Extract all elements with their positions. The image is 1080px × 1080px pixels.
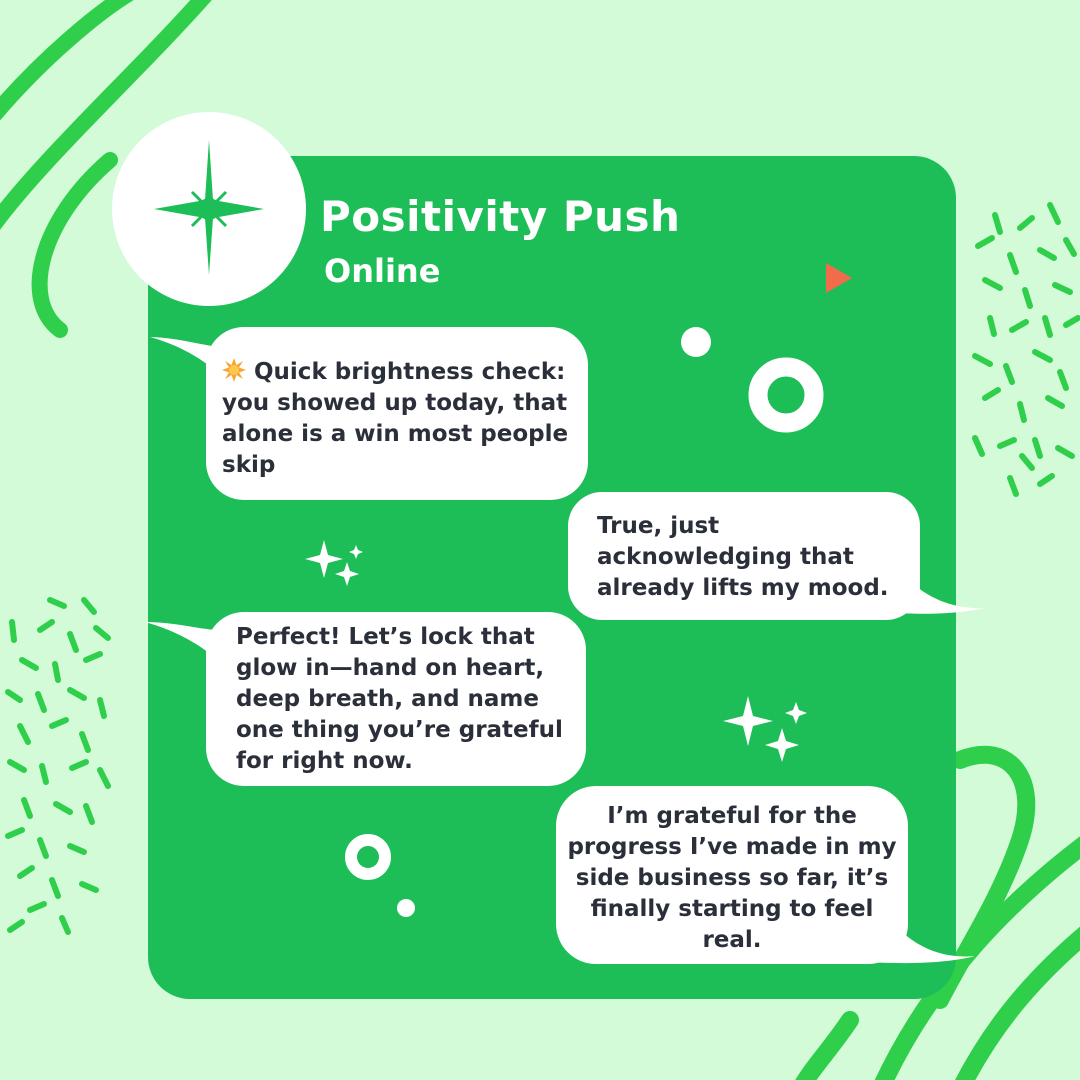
message-text: True, just acknowledging that already li… [597, 513, 889, 601]
status-text: Online [324, 252, 441, 290]
message-bubble-sent[interactable]: True, just acknowledging that already li… [568, 492, 920, 620]
message-text: Quick brightness check: you showed up to… [222, 359, 569, 478]
message-bubble-sent[interactable]: I’m grateful for the progress I’ve made … [556, 786, 908, 964]
message-text: Perfect! Let’s lock that glow in—hand on… [236, 624, 563, 774]
sun-icon [222, 358, 246, 382]
sparkle-star-icon [154, 140, 264, 275]
page-title: Positivity Push [320, 192, 681, 241]
avatar[interactable] [112, 112, 306, 306]
message-bubble-received[interactable]: Perfect! Let’s lock that glow in—hand on… [206, 612, 586, 786]
confetti-pattern-left [5, 597, 111, 935]
message-text: I’m grateful for the progress I’ve made … [567, 803, 897, 953]
message-bubble-received[interactable]: Quick brightness check: you showed up to… [206, 327, 588, 500]
confetti-pattern-right [972, 202, 1080, 497]
